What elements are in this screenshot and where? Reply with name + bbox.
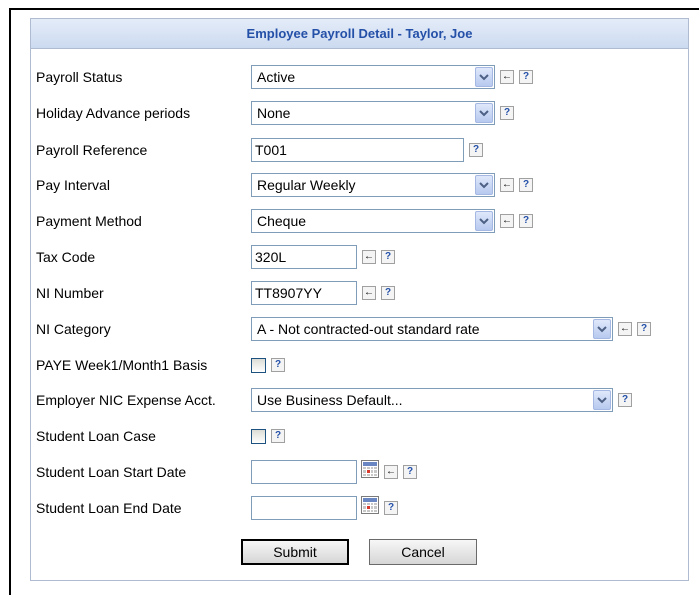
row-student-loan-end: Student Loan End Date ?	[36, 493, 398, 523]
back-arrow-icon[interactable]: ←	[362, 286, 376, 300]
help-icon[interactable]: ?	[381, 250, 395, 264]
back-arrow-icon[interactable]: ←	[500, 70, 514, 84]
help-icon[interactable]: ?	[637, 322, 651, 336]
back-arrow-icon[interactable]: ←	[384, 465, 398, 479]
help-icon[interactable]: ?	[271, 429, 285, 443]
row-payroll-status: Payroll Status Active ← ?	[36, 62, 533, 92]
payroll-reference-input[interactable]: T001	[251, 138, 464, 162]
chevron-down-icon[interactable]	[475, 67, 493, 87]
row-holiday-advance: Holiday Advance periods None ?	[36, 98, 514, 128]
help-icon[interactable]: ?	[519, 70, 533, 84]
pay-interval-value: Regular Weekly	[257, 177, 356, 193]
student-loan-end-label: Student Loan End Date	[36, 500, 182, 516]
back-arrow-icon[interactable]: ←	[500, 214, 514, 228]
student-loan-start-input[interactable]	[251, 460, 357, 484]
employer-nic-label: Employer NIC Expense Acct.	[36, 392, 216, 408]
payroll-status-value: Active	[257, 69, 296, 85]
payment-method-value: Cheque	[257, 213, 307, 229]
row-ni-category: NI Category A - Not contracted-out stand…	[36, 314, 651, 344]
help-icon[interactable]: ?	[271, 358, 285, 372]
help-icon[interactable]: ?	[403, 465, 417, 479]
ni-number-label: NI Number	[36, 285, 104, 301]
pay-interval-label: Pay Interval	[36, 177, 110, 193]
student-loan-case-checkbox[interactable]	[251, 428, 266, 444]
calendar-icon[interactable]	[361, 496, 379, 514]
ni-number-input[interactable]: TT8907YY	[251, 281, 357, 305]
employer-nic-value: Use Business Default...	[257, 392, 403, 408]
row-tax-code: Tax Code 320L ← ?	[36, 242, 395, 272]
student-loan-case-label: Student Loan Case	[36, 428, 156, 444]
row-payroll-reference: Payroll Reference T001 ?	[36, 135, 483, 165]
student-loan-start-label: Student Loan Start Date	[36, 464, 187, 480]
row-ni-number: NI Number TT8907YY ← ?	[36, 278, 395, 308]
back-arrow-icon[interactable]: ←	[362, 250, 376, 264]
holiday-advance-label: Holiday Advance periods	[36, 105, 191, 121]
chevron-down-icon[interactable]	[593, 390, 611, 410]
back-arrow-icon[interactable]: ←	[618, 322, 632, 336]
row-student-loan-start: Student Loan Start Date ← ?	[36, 457, 417, 487]
calendar-icon[interactable]	[361, 460, 379, 478]
chevron-down-icon[interactable]	[475, 211, 493, 231]
holiday-advance-select[interactable]: None	[251, 101, 495, 125]
panel-title: Employee Payroll Detail - Taylor, Joe	[31, 19, 688, 49]
chevron-down-icon[interactable]	[475, 103, 493, 123]
help-icon[interactable]: ?	[500, 106, 514, 120]
paye-basis-label: PAYE Week1/Month1 Basis	[36, 357, 208, 373]
tax-code-label: Tax Code	[36, 249, 96, 265]
help-icon[interactable]: ?	[519, 214, 533, 228]
payroll-detail-panel: Employee Payroll Detail - Taylor, Joe Pa…	[30, 18, 689, 581]
ni-category-label: NI Category	[36, 321, 111, 337]
help-icon[interactable]: ?	[469, 143, 483, 157]
help-icon[interactable]: ?	[618, 393, 632, 407]
payroll-status-label: Payroll Status	[36, 69, 123, 85]
help-icon[interactable]: ?	[384, 501, 398, 515]
chevron-down-icon[interactable]	[475, 175, 493, 195]
row-paye-basis: PAYE Week1/Month1 Basis ?	[36, 350, 285, 380]
submit-button[interactable]: Submit	[241, 539, 349, 565]
payroll-status-select[interactable]: Active	[251, 65, 495, 89]
student-loan-end-input[interactable]	[251, 496, 357, 520]
cancel-button[interactable]: Cancel	[369, 539, 477, 565]
help-icon[interactable]: ?	[519, 178, 533, 192]
help-icon[interactable]: ?	[381, 286, 395, 300]
row-payment-method: Payment Method Cheque ← ?	[36, 206, 533, 236]
row-employer-nic: Employer NIC Expense Acct. Use Business …	[36, 385, 632, 415]
ni-category-select[interactable]: A - Not contracted-out standard rate	[251, 317, 613, 341]
row-student-loan-case: Student Loan Case ?	[36, 421, 285, 451]
ni-category-value: A - Not contracted-out standard rate	[257, 321, 480, 337]
tax-code-input[interactable]: 320L	[251, 245, 357, 269]
chevron-down-icon[interactable]	[593, 319, 611, 339]
back-arrow-icon[interactable]: ←	[500, 178, 514, 192]
paye-basis-checkbox[interactable]	[251, 357, 266, 373]
employer-nic-select[interactable]: Use Business Default...	[251, 388, 613, 412]
payroll-reference-label: Payroll Reference	[36, 142, 148, 158]
pay-interval-select[interactable]: Regular Weekly	[251, 173, 495, 197]
holiday-advance-value: None	[257, 105, 291, 121]
payment-method-label: Payment Method	[36, 213, 142, 229]
payment-method-select[interactable]: Cheque	[251, 209, 495, 233]
row-pay-interval: Pay Interval Regular Weekly ← ?	[36, 170, 533, 200]
